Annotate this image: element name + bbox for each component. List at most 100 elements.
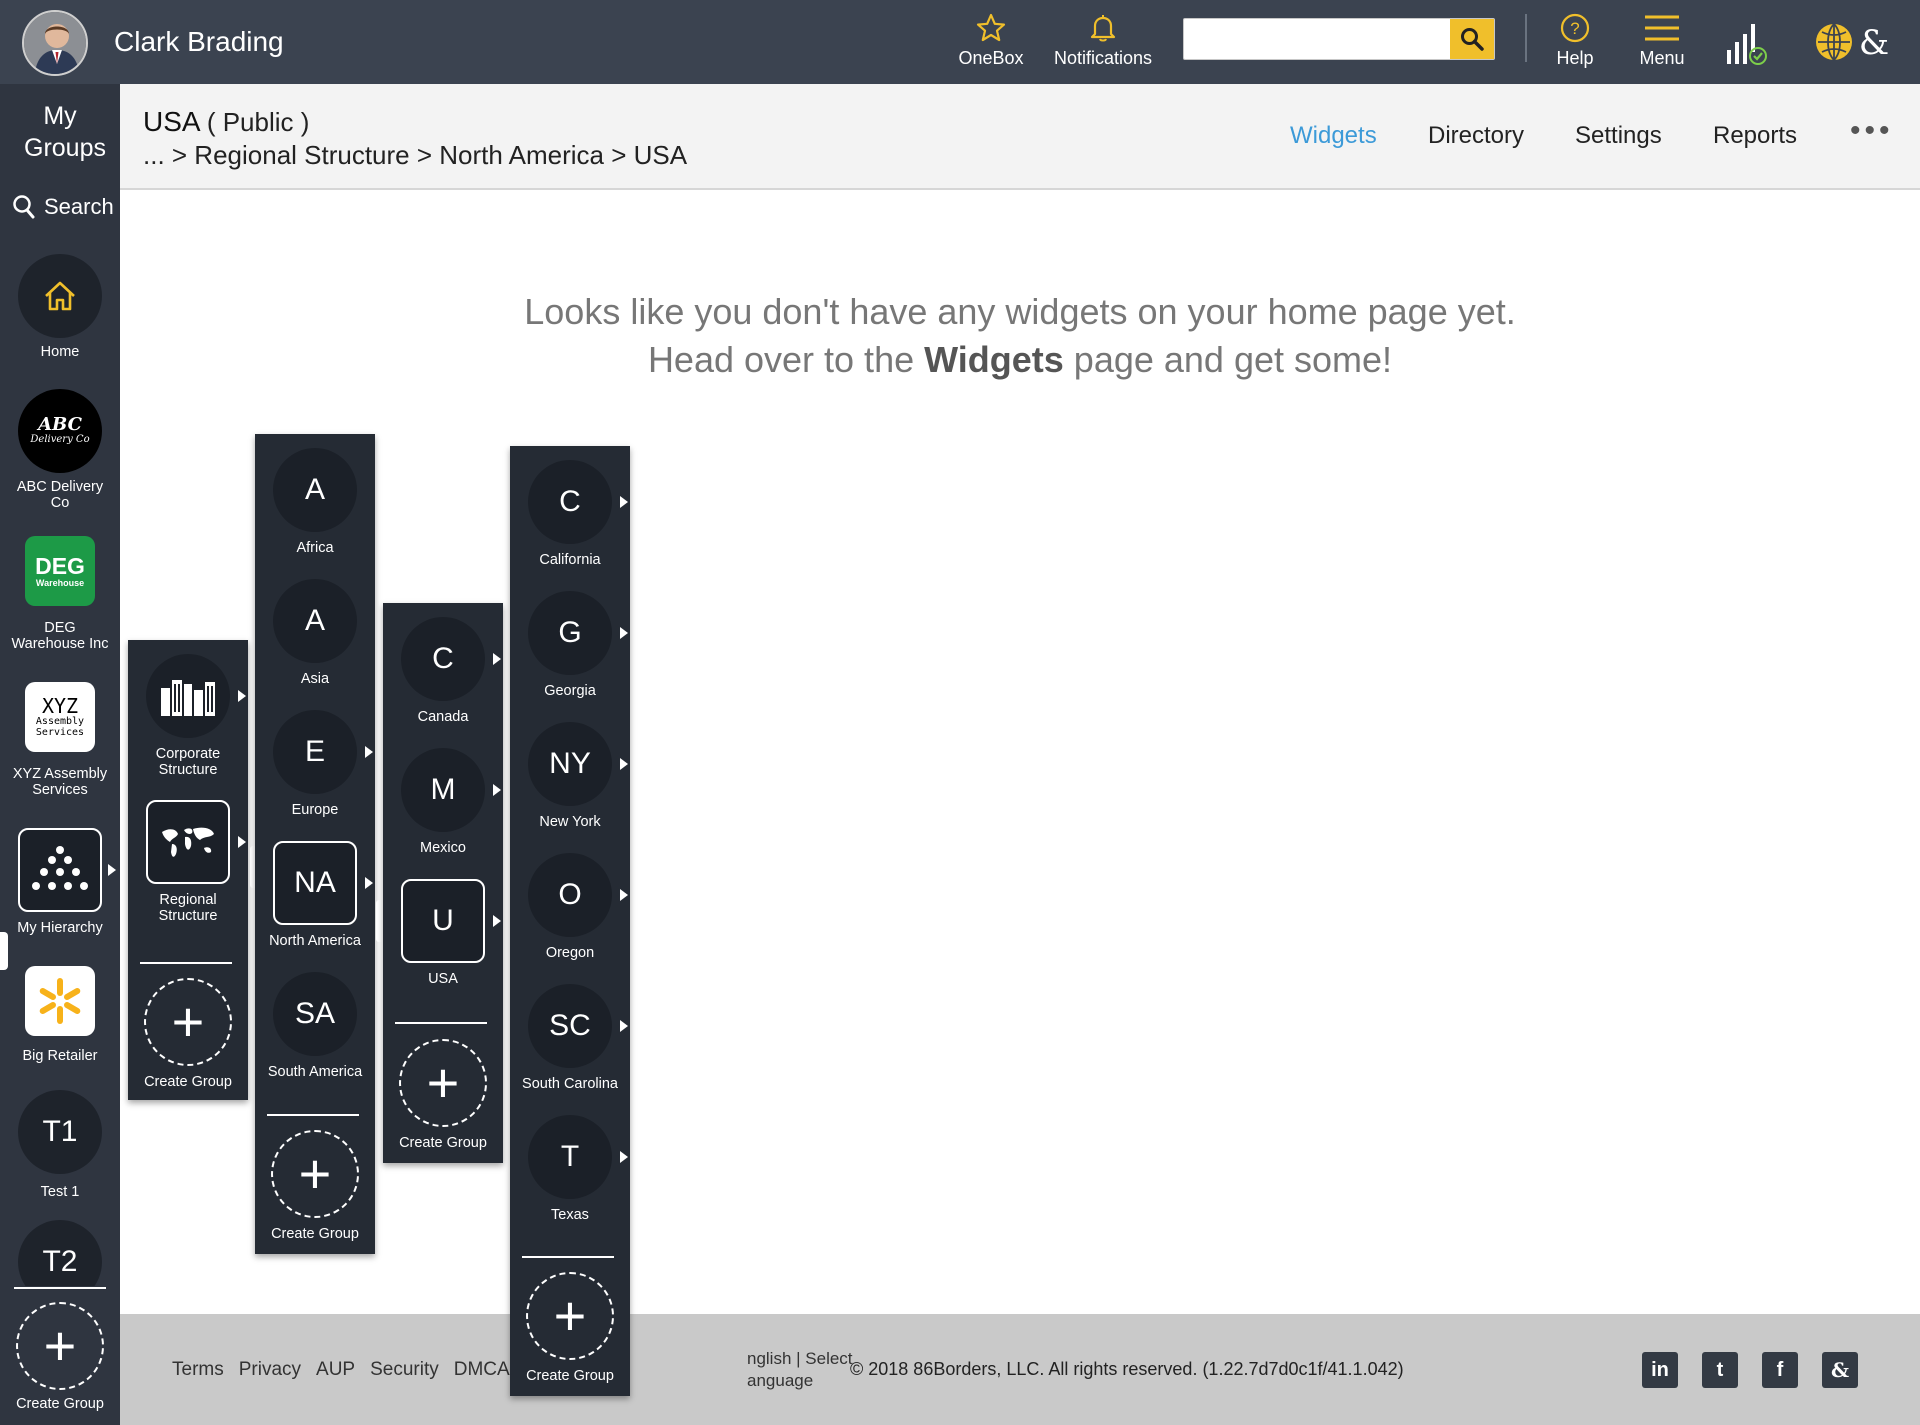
- create-group-button[interactable]: + Create Group: [255, 1130, 375, 1242]
- hierarchy-node-north-america[interactable]: NA North America: [255, 841, 375, 949]
- rail-item-label: Big Retailer: [22, 1048, 98, 1064]
- rail-item-test-1[interactable]: T1 Test 1: [0, 1090, 120, 1200]
- hierarchy-node-canada[interactable]: C Canada: [383, 617, 503, 725]
- breadcrumb[interactable]: ... > Regional Structure > North America…: [143, 140, 687, 171]
- footer-link-privacy[interactable]: Privacy: [239, 1359, 301, 1381]
- node-initials: A: [273, 579, 357, 663]
- bell-icon: [1090, 15, 1116, 42]
- create-group-button[interactable]: + Create Group: [510, 1272, 630, 1384]
- expand-arrow-icon[interactable]: [108, 864, 116, 876]
- hierarchy-node-texas[interactable]: T Texas: [510, 1115, 630, 1223]
- rail-item-abc-delivery[interactable]: ABC Delivery Co ABC Delivery Co: [0, 389, 120, 511]
- hierarchy-node-regional-structure[interactable]: Regional Structure: [128, 800, 248, 924]
- buildings-icon: [146, 654, 230, 738]
- svg-text:?: ?: [1570, 19, 1579, 38]
- expand-arrow-icon[interactable]: [365, 746, 373, 758]
- deg-logo-text: DEG: [35, 553, 85, 579]
- hierarchy-node-south-carolina[interactable]: SC South Carolina: [510, 984, 630, 1092]
- widgets-link[interactable]: Widgets: [924, 339, 1064, 380]
- node-initials: C: [401, 617, 485, 701]
- language-selector[interactable]: nglish | Select anguage: [620, 1348, 853, 1392]
- expand-arrow-icon[interactable]: [620, 496, 628, 508]
- rail-item-big-retailer[interactable]: Big Retailer: [0, 966, 120, 1064]
- node-initials: C: [528, 460, 612, 544]
- expand-arrow-icon[interactable]: [238, 836, 246, 848]
- group-title: USA: [143, 106, 200, 137]
- help-button[interactable]: ? Help: [1552, 12, 1598, 69]
- rail-item-label: ABC Delivery Co: [16, 479, 104, 511]
- tab-settings[interactable]: Settings: [1575, 122, 1662, 150]
- twitter-icon[interactable]: t: [1702, 1352, 1738, 1388]
- hierarchy-node-new-york[interactable]: NY New York: [510, 722, 630, 830]
- onebox-button[interactable]: OneBox: [950, 12, 1032, 69]
- more-options-icon[interactable]: •••: [1850, 114, 1894, 148]
- rail-item-xyz-assembly[interactable]: XYZ Assembly Services XYZ Assembly Servi…: [0, 682, 120, 798]
- hierarchy-node-usa[interactable]: U USA: [383, 879, 503, 987]
- hierarchy-column-root: Corporate Structure Regional Structure +…: [128, 640, 248, 1100]
- hierarchy-node-south-america[interactable]: SA South America: [255, 972, 375, 1080]
- tab-directory[interactable]: Directory: [1428, 122, 1524, 150]
- expand-arrow-icon[interactable]: [493, 915, 501, 927]
- 86borders-icon[interactable]: &: [1822, 1352, 1858, 1388]
- plus-icon: +: [399, 1039, 487, 1127]
- expand-arrow-icon[interactable]: [620, 1020, 628, 1032]
- top-search-button[interactable]: [1450, 19, 1494, 59]
- expand-arrow-icon[interactable]: [493, 653, 501, 665]
- footer-link-dmca[interactable]: DMCA: [454, 1359, 510, 1381]
- rail-item-home[interactable]: Home: [0, 254, 120, 360]
- footer-link-security[interactable]: Security: [370, 1359, 439, 1381]
- menu-button[interactable]: Menu: [1632, 12, 1692, 69]
- facebook-icon[interactable]: f: [1762, 1352, 1798, 1388]
- rail-item-test-2[interactable]: T2: [0, 1220, 120, 1286]
- svg-text:&: &: [1859, 23, 1889, 63]
- node-initials: SC: [528, 984, 612, 1068]
- user-name[interactable]: Clark Brading: [114, 26, 284, 58]
- hierarchy-node-asia[interactable]: A Asia: [255, 579, 375, 687]
- expand-arrow-icon[interactable]: [238, 690, 246, 702]
- expand-arrow-icon[interactable]: [620, 758, 628, 770]
- create-group-button[interactable]: + Create Group: [383, 1039, 503, 1151]
- tab-reports[interactable]: Reports: [1713, 122, 1797, 150]
- expand-arrow-icon[interactable]: [493, 784, 501, 796]
- column-divider: [140, 962, 232, 964]
- world-map-icon: [146, 800, 230, 884]
- expand-arrow-icon[interactable]: [620, 627, 628, 639]
- hamburger-icon: [1645, 15, 1679, 41]
- hierarchy-node-label: South Carolina: [522, 1076, 618, 1092]
- footer-link-aup[interactable]: AUP: [316, 1359, 355, 1381]
- hierarchy-node-oregon[interactable]: O Oregon: [510, 853, 630, 961]
- plus-icon: +: [526, 1272, 614, 1360]
- my-groups-heading[interactable]: My Groups: [0, 100, 120, 164]
- hierarchy-node-label: Canada: [417, 709, 469, 725]
- hierarchy-node-europe[interactable]: E Europe: [255, 710, 375, 818]
- create-group-button[interactable]: + Create Group: [128, 978, 248, 1090]
- notifications-button[interactable]: Notifications: [1048, 12, 1158, 69]
- tab-widgets[interactable]: Widgets: [1290, 122, 1377, 150]
- rail-item-my-hierarchy[interactable]: My Hierarchy: [0, 828, 120, 936]
- hierarchy-node-label: Regional Structure: [158, 892, 218, 924]
- top-search-input[interactable]: [1188, 23, 1450, 55]
- footer-link-terms[interactable]: Terms: [172, 1359, 224, 1381]
- rail-item-deg-warehouse[interactable]: DEG Warehouse DEG Warehouse Inc: [0, 536, 120, 652]
- hierarchy-node-label: USA: [428, 971, 458, 987]
- signal-status-icon[interactable]: [1722, 20, 1770, 73]
- hierarchy-node-mexico[interactable]: M Mexico: [383, 748, 503, 856]
- expand-arrow-icon[interactable]: [620, 889, 628, 901]
- xyz-assembly-logo: XYZ Assembly Services: [25, 682, 95, 752]
- rail-search-button[interactable]: Search: [12, 194, 114, 220]
- hierarchy-node-africa[interactable]: A Africa: [255, 448, 375, 556]
- 86borders-logo-icon[interactable]: &: [1812, 20, 1898, 69]
- hierarchy-node-georgia[interactable]: G Georgia: [510, 591, 630, 699]
- hierarchy-node-label: Oregon: [545, 945, 595, 961]
- hierarchy-node-label: Corporate Structure: [155, 746, 221, 778]
- linkedin-icon[interactable]: in: [1642, 1352, 1678, 1388]
- expand-arrow-icon[interactable]: [365, 877, 373, 889]
- language-line-2: anguage: [747, 1371, 814, 1390]
- hierarchy-node-corporate-structure[interactable]: Corporate Structure: [128, 654, 248, 778]
- expand-arrow-icon[interactable]: [620, 1151, 628, 1163]
- hierarchy-node-california[interactable]: C California: [510, 460, 630, 568]
- language-line-1: nglish | Select: [747, 1349, 853, 1368]
- avatar[interactable]: [22, 10, 88, 76]
- rail-create-group-button[interactable]: + Create Group: [0, 1302, 120, 1412]
- hierarchy-node-label: Africa: [296, 540, 334, 556]
